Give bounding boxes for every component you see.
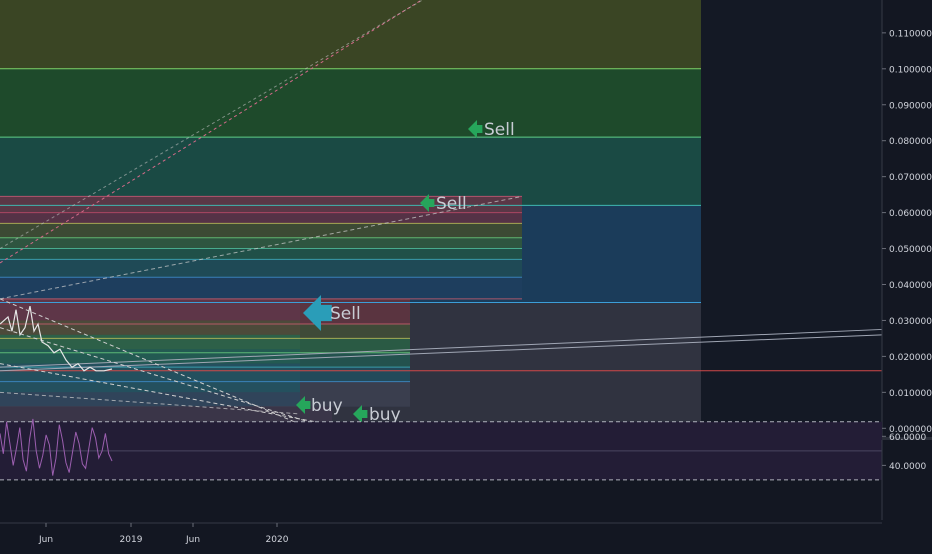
annotation-label-2: Sell: [330, 304, 361, 324]
y-tick-label: 0.110000: [889, 29, 932, 39]
y-tick-label: 0.050000: [889, 245, 932, 255]
y-tick-label: 0.040000: [889, 281, 932, 291]
annotation-label-3: buy: [311, 396, 343, 416]
y-tick-label: 0.080000: [889, 137, 932, 147]
fib4-zone-1: [0, 320, 300, 335]
fib2-zone-2: [0, 223, 522, 238]
y-tick-label: 0.030000: [889, 317, 932, 327]
fib-zone-1: [0, 68, 701, 138]
x-tick-label: Jun: [38, 535, 53, 545]
y-tick-label: 0.020000: [889, 353, 932, 363]
fib-zone-2: [0, 137, 701, 206]
rsi-tick-label: 40.0000: [889, 462, 926, 472]
fib4-zone-5: [0, 392, 300, 407]
x-tick-label: 2019: [120, 535, 143, 545]
y-tick-label: 0.010000: [889, 389, 932, 399]
y-tick-label: 0.100000: [889, 65, 932, 75]
fib4-zone-4: [0, 363, 300, 393]
y-tick-label: 0.090000: [889, 101, 932, 111]
fib-zone-0: [0, 0, 701, 69]
fib2-zone-4: [0, 248, 522, 260]
future-area: [701, 0, 882, 437]
y-tick-label: 0.070000: [889, 173, 932, 183]
x-tick-label: 2020: [266, 535, 289, 545]
annotation-label-0: Sell: [484, 120, 515, 140]
fib2-zone-5: [0, 259, 522, 278]
chart-stage: Sell Sell Sell buy buy 0.000000 0.010000 0.0200…: [0, 0, 932, 550]
price-chart[interactable]: SellSellSellbuy buy0.0000000.0100000.0200…: [0, 0, 932, 550]
fib2-zone-6: [0, 277, 522, 299]
annotation-label-1: Sell: [436, 194, 467, 214]
rsi-tick-label: 60.0000: [889, 433, 926, 443]
y-tick-label: 0.060000: [889, 209, 932, 219]
x-tick-label: Jun: [185, 535, 200, 545]
fib2-zone-3: [0, 237, 522, 249]
fib4-zone-2: [0, 334, 300, 350]
